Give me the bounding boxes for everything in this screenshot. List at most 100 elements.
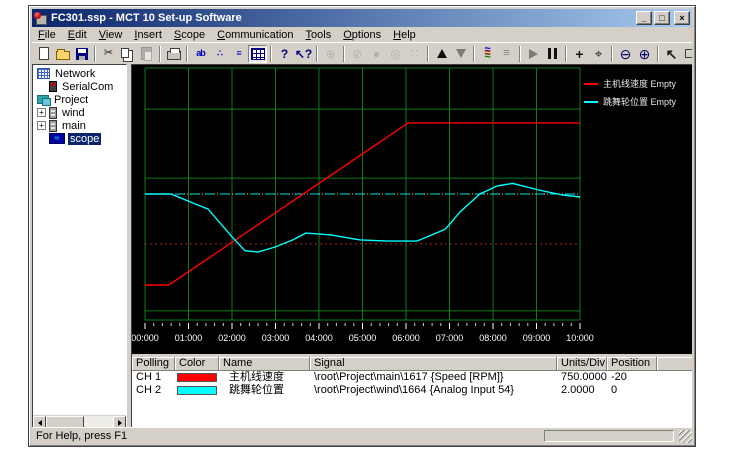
copy-button[interactable] — [118, 45, 137, 63]
close-button[interactable]: × — [674, 11, 690, 25]
tree-item-label: Network — [53, 68, 97, 80]
zoom-out-button[interactable]: ⊖ — [616, 45, 635, 63]
column-header-name[interactable]: Name — [219, 357, 310, 371]
minimize-button[interactable]: _ — [636, 11, 652, 25]
maximize-button[interactable]: □ — [654, 11, 670, 25]
network-scan-icon: ⊕ — [325, 48, 335, 60]
move-up-icon — [437, 44, 447, 58]
pointer-tool-button[interactable]: ↖ — [662, 45, 681, 63]
tree-item-project[interactable]: Project — [33, 93, 126, 106]
menu-insert[interactable]: Insert — [128, 28, 168, 42]
menu-edit[interactable]: Edit — [62, 28, 93, 42]
menu-communication[interactable]: Communication — [211, 28, 299, 42]
axis-tick-label: 09:000 — [523, 333, 551, 343]
legend-item-ch1: 主机线速度 Empty — [584, 77, 676, 90]
toolbar-separator — [657, 46, 659, 62]
app-window: FC301.ssp - MCT 10 Set-up Software _□ × F… — [28, 5, 696, 447]
scope-chart[interactable]: 00:00001:00002:00003:00004:00005:00006:0… — [132, 65, 692, 354]
track-move-button[interactable]: + — [570, 45, 589, 63]
expander-icon[interactable]: + — [37, 108, 46, 117]
column-header-color[interactable]: Color — [175, 357, 219, 371]
pause-scope-button[interactable] — [543, 45, 562, 63]
cell-name: 主机线速度 — [219, 371, 310, 384]
track-move-icon: + — [575, 47, 583, 61]
track-cursor-icon: ⌖ — [595, 47, 602, 60]
column-header-polling[interactable]: Polling — [132, 357, 175, 371]
axis-tick-label: 10:000 — [566, 333, 594, 343]
column-header-unitsdiv[interactable]: Units/Div — [557, 357, 607, 371]
scope-icon — [49, 133, 65, 144]
menu-help[interactable]: Help — [387, 28, 422, 42]
param-dots-view-button[interactable]: ∴ — [210, 45, 229, 63]
context-help-button[interactable]: ↖? — [294, 45, 313, 63]
menu-scope[interactable]: Scope — [168, 28, 211, 42]
column-header-signal[interactable]: Signal — [310, 357, 557, 371]
table-row-ch2[interactable]: CH 2跳舞轮位置\root\Project\wind\1664 {Analog… — [132, 384, 692, 397]
start-scope-button — [524, 45, 543, 63]
track-cursor-button[interactable]: ⌖ — [589, 45, 608, 63]
read-from-drive-icon: ◎ — [390, 48, 400, 60]
menu-tools[interactable]: Tools — [300, 28, 338, 42]
cut-button[interactable]: ✂ — [99, 45, 118, 63]
cell-color — [175, 373, 219, 382]
stop-comm-button: ⊘ — [348, 45, 367, 63]
tree-item-label: main — [60, 120, 88, 132]
column-header-blank[interactable] — [657, 357, 692, 371]
toolbar-separator — [519, 46, 521, 62]
window-title: FC301.ssp - MCT 10 Set-up Software — [51, 12, 634, 24]
save-file-button[interactable] — [72, 45, 91, 63]
project-tree-panel: NetworkSerialComProject+wind+mainscope — [32, 64, 127, 429]
pause-scope-icon — [548, 48, 557, 59]
move-up-button[interactable] — [432, 45, 451, 63]
tree-item-wind[interactable]: +wind — [33, 106, 126, 119]
app-icon — [34, 12, 47, 25]
expander-icon[interactable]: + — [37, 121, 46, 130]
write-to-drive-button: ∷ — [405, 45, 424, 63]
param-list-view-icon: ≡ — [236, 49, 240, 58]
help-icon: ? — [281, 48, 288, 60]
toolbar-separator — [565, 46, 567, 62]
print-button[interactable] — [164, 45, 183, 63]
window-controls: _□ × — [634, 11, 690, 25]
copy-icon — [121, 48, 129, 58]
color-swatch — [177, 373, 217, 382]
menu-options[interactable]: Options — [337, 28, 387, 42]
scope-curves-button[interactable]: ≈ — [478, 45, 497, 63]
tree-item-main[interactable]: + main — [33, 119, 126, 132]
tree-item-scope[interactable]: scope — [33, 132, 126, 145]
column-header-position[interactable]: Position — [607, 357, 657, 371]
zoom-in-button[interactable]: ⊕ — [635, 45, 654, 63]
rect-zoom-button[interactable] — [681, 45, 692, 63]
toolbar-separator — [611, 46, 613, 62]
open-file-button[interactable] — [53, 45, 72, 63]
resize-grip[interactable] — [679, 430, 692, 443]
menu-view[interactable]: View — [93, 28, 129, 42]
color-swatch — [177, 386, 217, 395]
paste-button — [137, 45, 156, 63]
legend-dash-ch2 — [584, 101, 598, 103]
axis-tick-label: 03:000 — [262, 333, 290, 343]
param-list-view-button[interactable]: ≡ — [229, 45, 248, 63]
stop-comm-icon: ⊘ — [352, 48, 362, 60]
axis-tick-label: 06:000 — [392, 333, 420, 343]
move-down-icon — [456, 49, 466, 63]
menu-file[interactable]: File — [32, 28, 62, 42]
table-row-ch1[interactable]: CH 1主机线速度\root\Project\main\1617 {Speed … — [132, 371, 692, 384]
channel-table-header: PollingColorNameSignalUnits/DivPosition — [132, 357, 692, 371]
tree-item-serialcom[interactable]: SerialCom — [33, 80, 126, 93]
tree-item-network[interactable]: Network — [33, 67, 126, 80]
param-ab-view-button[interactable]: ab — [191, 45, 210, 63]
help-button[interactable]: ? — [275, 45, 294, 63]
write-to-drive-icon: ∷ — [411, 48, 419, 60]
grid-view-icon — [251, 48, 265, 60]
grid-view-button[interactable] — [248, 45, 267, 63]
axis-tick-label: 05:000 — [349, 333, 377, 343]
status-bar: For Help, press F1 — [32, 427, 692, 443]
title-bar: FC301.ssp - MCT 10 Set-up Software _□ × — [32, 9, 692, 27]
serialcom-icon — [49, 81, 57, 92]
cell-signal: \root\Project\wind\1664 {Analog Input 54… — [310, 384, 557, 397]
cell-position: -20 — [607, 371, 657, 384]
axis-tick-label: 01:000 — [175, 333, 203, 343]
new-file-button[interactable] — [34, 45, 53, 63]
param-ab-view-icon: ab — [196, 49, 205, 58]
